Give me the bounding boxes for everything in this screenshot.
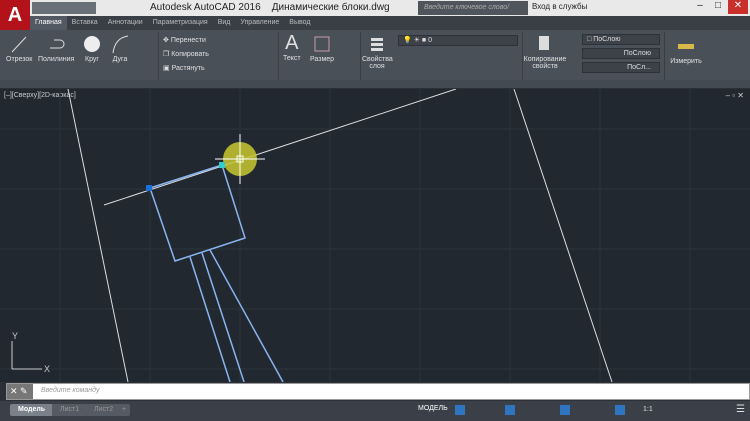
text-tool[interactable]: A Текст [283,32,301,62]
line-construction [103,89,457,206]
drawing: Y X [0,89,750,382]
tab-view[interactable]: Вид [213,16,236,30]
linetype-dropdown[interactable]: ПоСлою [582,48,660,59]
polyline-tool[interactable]: Полилиния [38,34,74,63]
circle-icon [84,36,100,52]
osnap-toggle-icon[interactable] [560,405,570,415]
tab-manage[interactable]: Управление [235,16,284,30]
tab-layout1[interactable]: Лист1 [52,404,88,416]
lineweight-dropdown[interactable]: ПоСл... [582,62,660,73]
line-left [67,89,129,382]
circle-tool[interactable]: Круг [82,34,102,63]
ucs-y-label: Y [12,331,18,341]
ucs-x-label: X [44,364,50,374]
customize-menu-icon[interactable]: ☰ [736,404,745,415]
tab-model[interactable]: Модель [10,404,54,416]
dimension-icon [314,36,330,52]
layer-dropdown[interactable]: 💡 ☀ ■ 0 [398,35,518,46]
line-tool[interactable]: Отрезок [6,34,32,63]
close-button[interactable]: ✕ [728,0,748,14]
layer-properties-button[interactable]: Свойства слоя [362,34,393,70]
minimize-button[interactable]: – [690,0,710,14]
dimension-tool[interactable]: Размер [310,34,334,63]
crosshair-cursor [215,134,265,184]
ortho-toggle-icon[interactable] [505,405,515,415]
dynamic-block [149,164,284,382]
add-layout-button[interactable]: + [118,404,131,416]
tab-home[interactable]: Главная [30,16,67,30]
app-menu-button[interactable]: A [0,0,30,30]
command-input[interactable]: Введите команду [41,387,99,394]
drawing-canvas[interactable]: [–][Сверху][2D-каркас] – ▫ ✕ Y X [0,89,750,382]
grid [0,89,750,382]
match-properties-button[interactable]: Копирование свойств [520,34,570,70]
ribbon: Отрезок Полилиния Круг Дуга ✥ Перенести … [0,30,750,88]
match-properties-icon [539,36,549,50]
measure-tool[interactable]: Измерить [666,36,706,65]
annotation-icon[interactable] [615,405,625,415]
tab-output[interactable]: Вывод [284,16,315,30]
ribbon-tabs: Главная Вставка Аннотации Параметризация Вид… [30,16,750,30]
copy-button[interactable]: ❐ Копировать [163,50,209,58]
stretch-button[interactable]: ▣ Растянуть [163,64,205,72]
tab-annotate[interactable]: Аннотации [103,16,148,30]
arc-icon [112,35,129,54]
polyline-icon [50,39,65,49]
model-space-button[interactable]: МОДЕЛЬ [418,405,448,412]
line-icon [11,36,27,53]
line-right [513,89,613,382]
arc-tool[interactable]: Дуга [110,34,130,63]
command-close-icon[interactable]: ✕ ✎ [7,384,33,399]
command-line[interactable]: ✕ ✎ Введите команду [6,383,750,400]
search-input[interactable]: Введите ключевое слово/фразу [418,1,528,25]
grip [146,185,152,191]
tab-insert[interactable]: Вставка [67,16,103,30]
maximize-button[interactable]: □ [708,0,728,14]
window-title: Autodesk AutoCAD 2016 Динамические блоки… [150,2,390,13]
color-dropdown[interactable]: □ ПоСлою [582,34,660,45]
ucs-icon [11,341,42,370]
grid-toggle-icon[interactable] [455,405,465,415]
grip [219,162,225,168]
sign-in-button[interactable]: Вход в службы [532,2,587,11]
text-icon: A [285,32,299,54]
tab-layout2[interactable]: Лист2 [86,404,122,416]
status-bar: Модель Лист1 Лист2 + МОДЕЛЬ 1:1 ☰ [0,401,750,421]
move-button[interactable]: ✥ Перенести [163,36,206,44]
tab-parametric[interactable]: Параметризация [148,16,213,30]
title-bar: Autodesk AutoCAD 2016 Динамические блоки… [0,0,750,25]
quick-access-toolbar[interactable] [32,2,96,14]
measure-icon [678,44,694,49]
layers-icon [371,38,383,51]
scale-dropdown[interactable]: 1:1 [643,406,653,413]
